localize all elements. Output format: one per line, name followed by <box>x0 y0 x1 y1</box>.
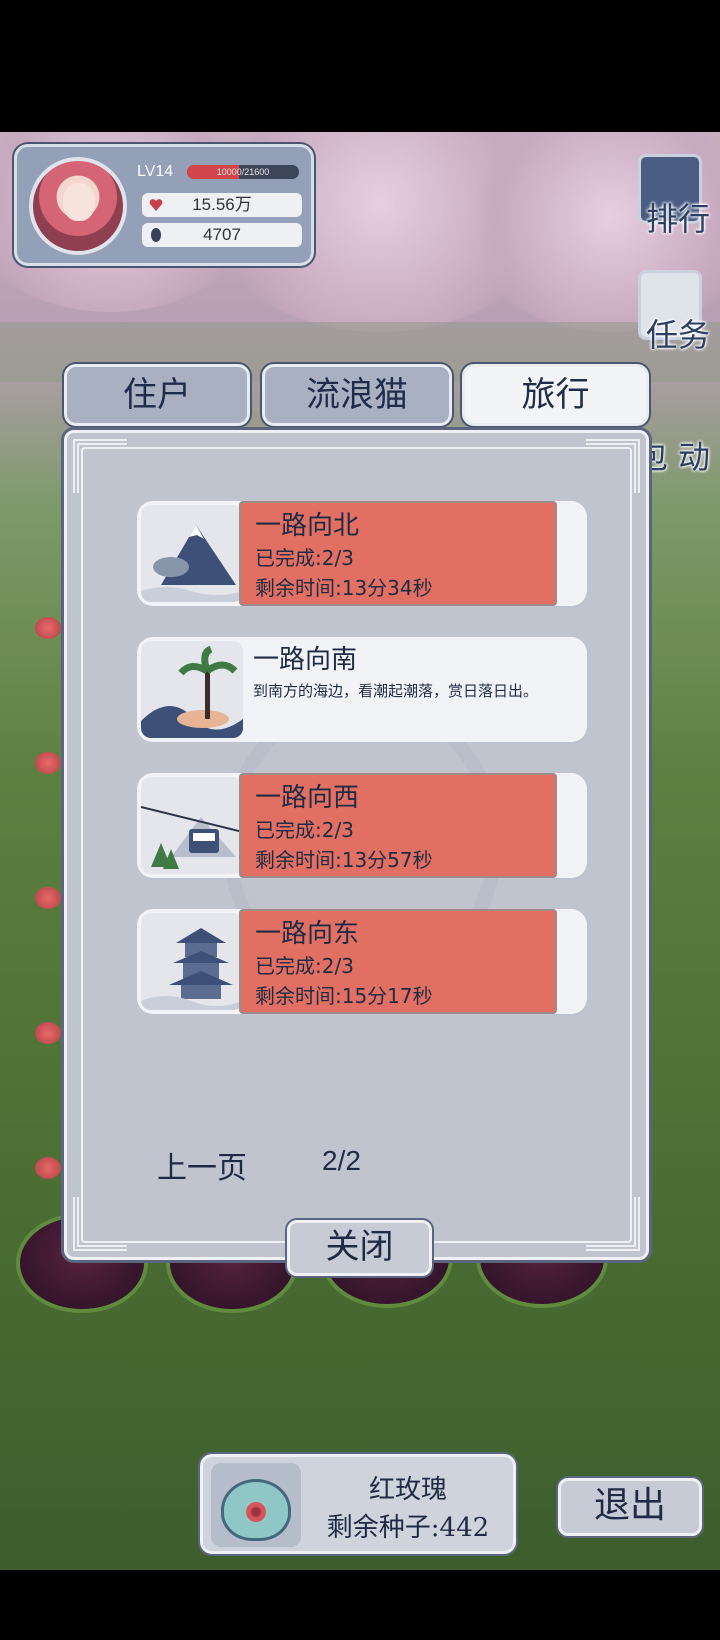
tab-residents[interactable]: 住户 <box>64 364 250 426</box>
ornament-corner <box>586 439 640 493</box>
seed-icon <box>151 228 161 242</box>
avatar[interactable] <box>29 157 127 255</box>
ornament-corner <box>73 439 127 493</box>
seed-bag-icon <box>211 1463 301 1547</box>
love-value: 15.56万 <box>192 195 252 214</box>
trip-card-south[interactable]: 一路向南 到南方的海边，看潮起潮落，赏日落日出。 <box>137 637 587 742</box>
exit-button[interactable]: 退出 <box>558 1478 702 1536</box>
seed-counter: 4707 <box>142 223 302 247</box>
rose-icon <box>246 1502 266 1522</box>
trip-description: 到南方的海边，看潮起潮落，赏日落日出。 <box>253 682 539 700</box>
trip-card-west[interactable]: 一路向西 已完成:2/3 剩余时间:13分57秒 <box>137 773 587 878</box>
heart-icon <box>149 199 163 211</box>
seed-remaining: 剩余种子:442 <box>326 1513 490 1543</box>
rank-label: 排行 <box>645 200 710 238</box>
seed-selector[interactable]: 红玫瑰 剩余种子:442 <box>200 1454 516 1554</box>
trip-progress: 已完成:2/3 <box>255 818 354 842</box>
ornament-corner <box>73 1197 127 1251</box>
palm-island-icon <box>141 641 243 738</box>
rose-flower <box>35 617 61 639</box>
trip-status-in-progress: 一路向北 已完成:2/3 剩余时间:13分34秒 <box>239 501 557 606</box>
rose-flower <box>35 1157 61 1179</box>
tab-travel[interactable]: 旅行 <box>462 364 649 426</box>
rose-flower <box>35 752 61 774</box>
trip-progress: 已完成:2/3 <box>255 954 354 978</box>
trip-remaining-time: 剩余时间:13分34秒 <box>255 576 433 600</box>
tab-stray-cats[interactable]: 流浪猫 <box>262 364 452 426</box>
player-profile-panel[interactable]: LV14 10000/21600 15.56万 4707 <box>14 144 314 266</box>
love-counter: 15.56万 <box>142 193 302 217</box>
cable-car-icon <box>141 777 243 874</box>
trip-title: 一路向西 <box>255 783 360 813</box>
xp-text: 10000/21600 <box>216 167 270 177</box>
prev-page-button[interactable]: 上一页 <box>157 1143 247 1187</box>
trip-status-in-progress: 一路向东 已完成:2/3 剩余时间:15分17秒 <box>239 909 557 1014</box>
tasks-button[interactable]: 任务 <box>626 270 710 356</box>
xp-bar: 10000/21600 <box>187 165 299 179</box>
mountain-icon <box>141 505 243 602</box>
events-label: 动 <box>677 438 710 476</box>
tasks-label: 任务 <box>645 316 710 354</box>
trip-title: 一路向北 <box>255 511 360 541</box>
ornament-corner <box>586 1197 640 1251</box>
player-level: LV14 <box>137 163 174 180</box>
trip-status-available: 一路向南 到南方的海边，看潮起潮落，赏日落日出。 <box>239 637 557 742</box>
rose-flower <box>35 887 61 909</box>
travel-panel: 一路向北 已完成:2/3 剩余时间:13分34秒 一路向南 到南方的海边，看潮起… <box>64 430 649 1260</box>
pagoda-icon <box>141 913 243 1010</box>
trip-card-north[interactable]: 一路向北 已完成:2/3 剩余时间:13分34秒 <box>137 501 587 606</box>
trip-remaining-time: 剩余时间:13分57秒 <box>255 848 433 872</box>
rank-button[interactable]: 排行 <box>626 154 710 240</box>
trip-status-in-progress: 一路向西 已完成:2/3 剩余时间:13分57秒 <box>239 773 557 878</box>
close-button[interactable]: 关闭 <box>287 1220 432 1276</box>
seed-value: 4707 <box>203 225 241 244</box>
trip-progress: 已完成:2/3 <box>255 546 354 570</box>
trip-remaining-time: 剩余时间:15分17秒 <box>255 984 433 1008</box>
trip-title: 一路向东 <box>255 919 360 949</box>
trip-title: 一路向南 <box>253 645 358 675</box>
seed-name: 红玫瑰 <box>368 1475 447 1505</box>
trip-card-east[interactable]: 一路向东 已完成:2/3 剩余时间:15分17秒 <box>137 909 587 1014</box>
rose-flower <box>35 1022 61 1044</box>
page-indicator: 2/2 <box>322 1145 361 1176</box>
